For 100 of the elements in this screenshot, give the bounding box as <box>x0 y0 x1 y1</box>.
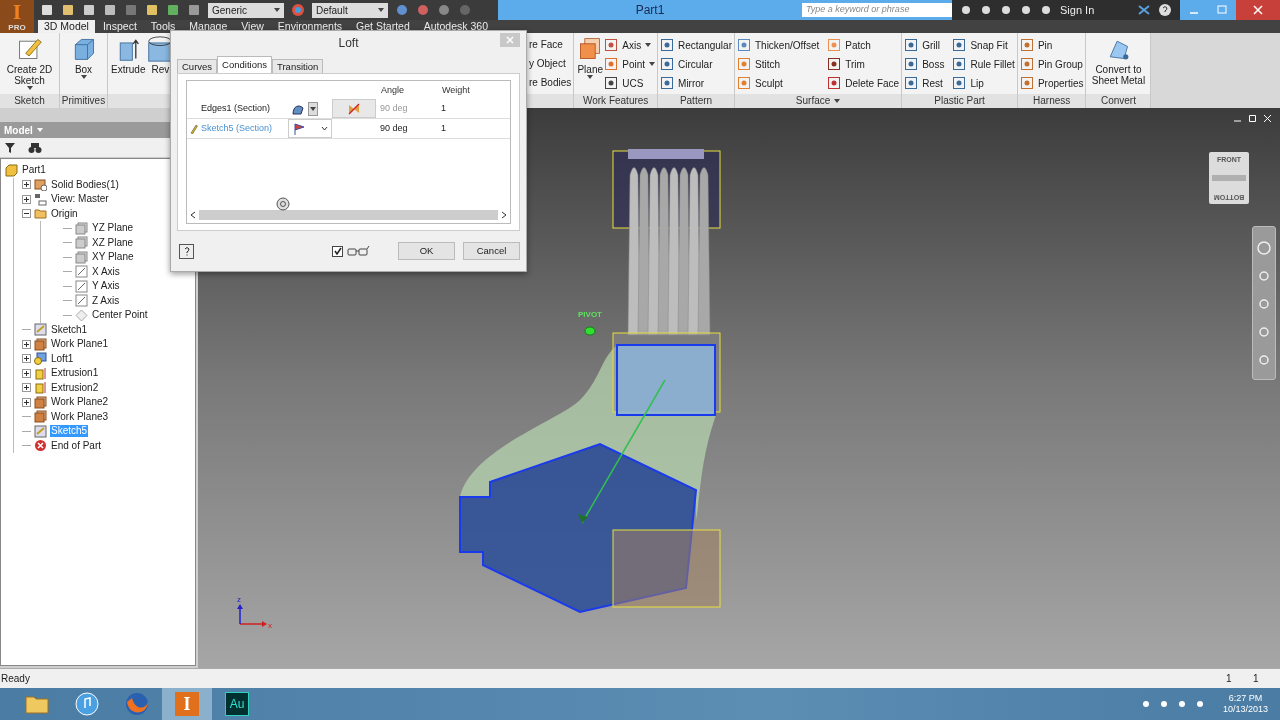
application-menu-button[interactable]: I PRO <box>0 0 34 33</box>
ribbon-tab[interactable]: View <box>235 20 270 33</box>
ribbon-small-button[interactable]: Point <box>604 57 656 71</box>
ribbon-tab[interactable]: 3D Model <box>38 20 95 33</box>
search-field[interactable]: Type a keyword or phrase <box>802 3 952 17</box>
part-cube-icon <box>5 163 18 177</box>
tree-item[interactable]: Sketch1 <box>50 323 89 336</box>
expand-icon[interactable] <box>22 383 31 393</box>
dialog-tab[interactable]: Curves <box>177 59 218 73</box>
doc-restore-icon[interactable] <box>1248 114 1257 123</box>
dialog-tab[interactable]: Conditions <box>217 56 272 73</box>
view-icon <box>34 192 47 206</box>
ribbon-small-button[interactable]: Grill <box>904 38 945 52</box>
ribbon-small-button[interactable]: Mirror <box>660 76 732 90</box>
ribbon-small-button[interactable]: Pin Group <box>1019 57 1084 71</box>
ribbon-small-button[interactable]: Thicken/Offset <box>736 38 820 52</box>
ribbon-small-button[interactable]: Patch <box>827 38 900 52</box>
help-icon[interactable] <box>1158 3 1172 17</box>
expand-icon[interactable] <box>22 354 31 364</box>
section-name[interactable]: Sketch5 (Section) <box>201 121 273 136</box>
ribbon-small-button[interactable]: Sculpt <box>736 76 820 90</box>
ribbon-small-button[interactable]: Axis <box>604 38 656 52</box>
caret-icon <box>645 43 652 47</box>
ribbon-small-button[interactable]: Lip <box>952 76 1015 90</box>
tree-item[interactable]: Extrusion2 <box>50 381 100 394</box>
close-icon <box>506 36 514 44</box>
tree-item[interactable]: Extrusion1 <box>50 367 100 380</box>
help-button[interactable] <box>179 243 194 259</box>
doc-close-icon[interactable] <box>1263 114 1272 123</box>
ribbon-tool-label[interactable]: re Bodies <box>529 76 572 90</box>
tree-item[interactable]: End of Part <box>50 439 103 452</box>
ribbon-tool-label[interactable]: re Face <box>529 38 572 52</box>
ribbon-large-button[interactable]: Plane <box>576 35 605 79</box>
dialog-button[interactable]: Cancel <box>463 242 520 260</box>
ribbon-small-button[interactable]: Snap Fit <box>952 38 1015 52</box>
ribbon-small-button[interactable]: Pin <box>1019 38 1084 52</box>
tree-item[interactable]: X Axis <box>91 265 121 278</box>
tree-item[interactable]: YZ Plane <box>91 222 135 235</box>
tree-item[interactable]: Work Plane1 <box>50 338 110 351</box>
ribbon-tab[interactable]: Tools <box>144 20 182 33</box>
ribbon-large-button[interactable]: Extrude <box>110 35 147 75</box>
appearance-dropdown[interactable]: Default <box>312 2 388 18</box>
caret-icon <box>649 62 656 66</box>
tree-item[interactable]: Work Plane2 <box>50 396 110 409</box>
chevron-down-icon <box>321 126 328 131</box>
expand-icon[interactable] <box>22 194 31 204</box>
ribbon-tab[interactable]: Inspect <box>96 20 143 33</box>
pencil-sheet-icon <box>16 36 43 62</box>
dialog-tab[interactable]: Transition <box>272 59 324 73</box>
ribbon-small-button[interactable]: Circular <box>660 57 732 71</box>
expand-icon[interactable] <box>22 339 31 349</box>
angle-value[interactable]: 90 deg <box>376 121 441 136</box>
ribbon-small-button[interactable]: Rectangular <box>660 38 732 52</box>
tree-item[interactable]: Part1 <box>21 164 47 177</box>
tree-item[interactable]: View: Master <box>50 193 110 206</box>
ribbon-tab[interactable]: Autodesk 360 <box>417 20 494 33</box>
tree-item[interactable]: Origin <box>50 207 79 220</box>
ribbon-small-button[interactable]: Rest <box>904 76 945 90</box>
dialog-button[interactable]: OK <box>398 242 455 260</box>
condition-button[interactable] <box>332 99 376 118</box>
preview-checkbox[interactable] <box>332 245 343 257</box>
tree-item[interactable]: Z Axis <box>91 294 121 307</box>
ribbon-small-button[interactable]: Properties <box>1019 76 1084 90</box>
ribbon-small-button[interactable]: UCS <box>604 76 656 90</box>
tree-item[interactable]: Work Plane3 <box>50 410 110 423</box>
expand-icon[interactable] <box>22 180 31 190</box>
weight-value[interactable]: 1 <box>441 121 446 136</box>
dropdown-button[interactable] <box>308 101 318 116</box>
tree-item[interactable]: XY Plane <box>91 251 135 264</box>
taskbar-app[interactable]: Au <box>212 688 262 720</box>
filter-icon[interactable] <box>4 141 16 154</box>
ribbon-large-button[interactable]: Box <box>69 35 98 79</box>
ribbon-small-button[interactable]: Delete Face <box>827 76 900 90</box>
color-wheel-icon[interactable] <box>291 3 305 17</box>
collapse-icon[interactable] <box>22 209 31 219</box>
ribbon-tool-label[interactable]: y Object <box>529 57 572 71</box>
expand-icon[interactable] <box>22 368 31 378</box>
ribbon-small-button[interactable]: Boss <box>904 57 945 71</box>
end-of-part-icon <box>34 439 47 453</box>
tree-item[interactable]: XZ Plane <box>91 236 135 249</box>
ribbon-small-button[interactable]: Stitch <box>736 57 820 71</box>
tree-item[interactable]: Center Point <box>91 309 149 322</box>
style-dropdown[interactable]: Generic <box>208 2 284 18</box>
ribbon-small-button[interactable]: Rule Fillet <box>952 57 1015 71</box>
pivot-point-icon[interactable] <box>584 326 596 336</box>
tree-item[interactable]: Y Axis <box>91 280 121 293</box>
ribbon-large-button[interactable]: Create 2D Sketch <box>0 35 60 90</box>
tree-item[interactable]: Loft1 <box>50 352 75 365</box>
ribbon-large-button[interactable]: Convert to Sheet Metal <box>1088 35 1149 86</box>
ribbon-large-button[interactable]: Rev <box>146 35 175 75</box>
expand-icon[interactable] <box>22 397 31 407</box>
work-plane-icon <box>34 395 47 409</box>
ribbon-tab[interactable]: Environments <box>271 20 349 33</box>
ribbon-tab[interactable]: Manage <box>183 20 234 33</box>
condition-dropdown[interactable] <box>288 119 332 138</box>
caret-icon <box>26 86 33 90</box>
tree-item[interactable]: Solid Bodies(1) <box>50 178 120 191</box>
glasses-icon <box>346 245 370 257</box>
ribbon-tab[interactable]: Get Started <box>350 20 416 33</box>
ribbon-small-button[interactable]: Trim <box>827 57 900 71</box>
